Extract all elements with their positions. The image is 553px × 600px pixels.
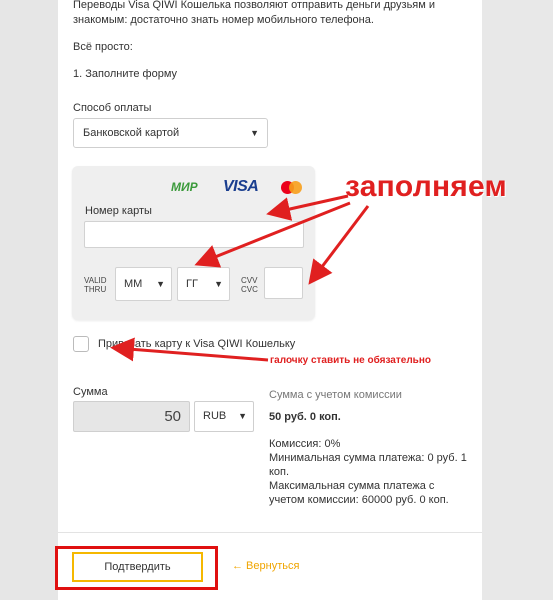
cvv-line-2: CVC <box>241 285 258 294</box>
intro-line-1: Переводы Visa QIWI Кошелька позволяют от… <box>73 0 436 11</box>
expiry-month-value: ММ <box>124 278 143 290</box>
dropdown-arrow-icon: ▼ <box>214 279 223 289</box>
dropdown-arrow-icon: ▼ <box>238 411 247 421</box>
dropdown-arrow-icon: ▼ <box>250 128 259 138</box>
bind-card-label[interactable]: Привязать карту к Visa QIWI Кошельку <box>98 337 295 352</box>
left-margin <box>0 0 58 600</box>
annotation-fill-in: заполняем <box>345 170 507 203</box>
visa-logo: VISA <box>223 178 259 195</box>
intro-simple: Всё просто: <box>73 41 133 53</box>
dropdown-arrow-icon: ▼ <box>156 279 165 289</box>
valid-thru-label: VALID THRU <box>84 276 107 294</box>
intro-line-2: знакомым: достаточно знать номер мобильн… <box>73 14 374 26</box>
footer-divider <box>58 532 482 533</box>
payment-method-select[interactable]: Банковской картой ▼ <box>73 118 268 148</box>
expiry-year-select[interactable]: ГГ ▼ <box>177 267 230 301</box>
mir-logo: МИР <box>171 180 198 194</box>
cvv-line-1: CVV <box>241 276 258 285</box>
mastercard-logo <box>281 181 303 195</box>
card-number-input[interactable] <box>84 221 304 248</box>
currency-select[interactable]: RUB ▼ <box>194 401 254 432</box>
min-amount-line-1: Минимальная сумма платежа: 0 руб. 1 <box>269 452 467 464</box>
expiry-month-select[interactable]: ММ ▼ <box>115 267 172 301</box>
back-link[interactable]: ← Вернуться <box>232 560 299 572</box>
step-1-text: 1. Заполните форму <box>73 68 178 80</box>
confirm-button[interactable]: Подтвердить <box>72 552 203 582</box>
intro-text: Переводы Visa QIWI Кошелька позволяют от… <box>73 0 453 28</box>
min-amount-line-2: коп. <box>269 466 290 478</box>
annotation-checkbox-note: галочку ставить не обязательно <box>270 355 431 366</box>
right-margin <box>482 0 553 600</box>
payment-method-value: Банковской картой <box>83 127 180 139</box>
amount-label: Сумма <box>73 386 108 398</box>
commission-fee: Комиссия: 0% <box>269 438 341 450</box>
card-number-label: Номер карты <box>85 205 152 217</box>
payment-method-label: Способ оплаты <box>73 102 152 114</box>
cvv-label: CVV CVC <box>241 276 258 294</box>
max-amount-line-1: Максимальная сумма платежа с <box>269 480 435 492</box>
amount-input[interactable]: 50 <box>73 401 190 432</box>
valid-thru-line-2: THRU <box>84 285 107 294</box>
valid-thru-line-1: VALID <box>84 276 107 285</box>
currency-value: RUB <box>203 410 227 422</box>
max-amount-line-2: учетом комиссии: 60000 руб. 0 коп. <box>269 494 449 506</box>
bind-card-checkbox[interactable] <box>73 336 89 352</box>
cvv-input[interactable] <box>264 267 303 299</box>
expiry-year-value: ГГ <box>186 278 198 290</box>
commission-title: Сумма с учетом комиссии <box>269 389 402 401</box>
commission-total: 50 руб. 0 коп. <box>269 411 341 423</box>
